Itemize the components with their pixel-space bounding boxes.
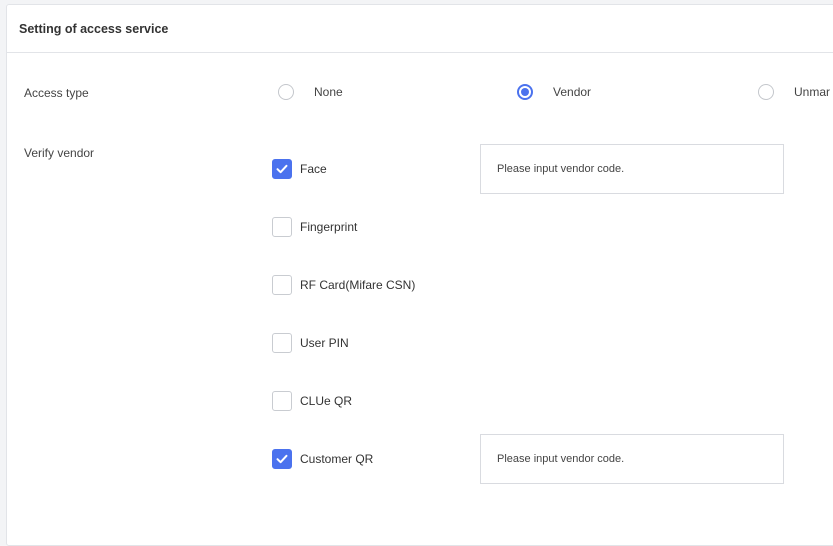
panel-title: Setting of access service bbox=[7, 5, 833, 53]
verify-option-rf-card[interactable]: RF Card(Mifare CSN) bbox=[272, 275, 415, 295]
access-type-radio-unmanned[interactable]: Unmar bbox=[758, 84, 830, 100]
option-label-customer-qr: Customer QR bbox=[300, 452, 374, 466]
access-type-label: Access type bbox=[24, 86, 89, 100]
option-label-rf-card: RF Card(Mifare CSN) bbox=[300, 278, 416, 292]
option-label-clue-qr: CLUe QR bbox=[300, 394, 353, 408]
verify-option-clue-qr[interactable]: CLUe QR bbox=[272, 391, 352, 411]
checkmark-icon bbox=[276, 454, 288, 464]
checkbox[interactable] bbox=[272, 217, 292, 237]
customer-qr-vendor-code-input[interactable] bbox=[480, 434, 784, 484]
radio-circle[interactable] bbox=[758, 84, 774, 100]
access-type-radio-none[interactable]: None bbox=[278, 84, 343, 100]
checkbox[interactable] bbox=[272, 391, 292, 411]
checkbox-checked[interactable] bbox=[272, 159, 292, 179]
option-label-fingerprint: Fingerprint bbox=[300, 220, 358, 234]
checkmark-icon bbox=[276, 164, 288, 174]
radio-label-none: None bbox=[314, 85, 343, 99]
checkbox[interactable] bbox=[272, 275, 292, 295]
checkbox[interactable] bbox=[272, 333, 292, 353]
face-vendor-code-input[interactable] bbox=[480, 144, 784, 194]
verify-vendor-label: Verify vendor bbox=[24, 146, 95, 160]
verify-option-user-pin[interactable]: User PIN bbox=[272, 333, 349, 353]
radio-label-vendor: Vendor bbox=[553, 85, 592, 99]
radio-circle[interactable] bbox=[278, 84, 294, 100]
radio-label-unmanned: Unmar bbox=[794, 85, 831, 99]
verify-option-customer-qr[interactable]: Customer QR bbox=[272, 449, 373, 469]
radio-circle-selected[interactable] bbox=[517, 84, 533, 100]
verify-option-fingerprint[interactable]: Fingerprint bbox=[272, 217, 357, 237]
access-type-radio-vendor[interactable]: Vendor bbox=[517, 84, 591, 100]
verify-option-face[interactable]: Face bbox=[272, 159, 327, 179]
option-label-face: Face bbox=[300, 162, 327, 176]
checkbox-checked[interactable] bbox=[272, 449, 292, 469]
option-label-user-pin: User PIN bbox=[300, 336, 349, 350]
